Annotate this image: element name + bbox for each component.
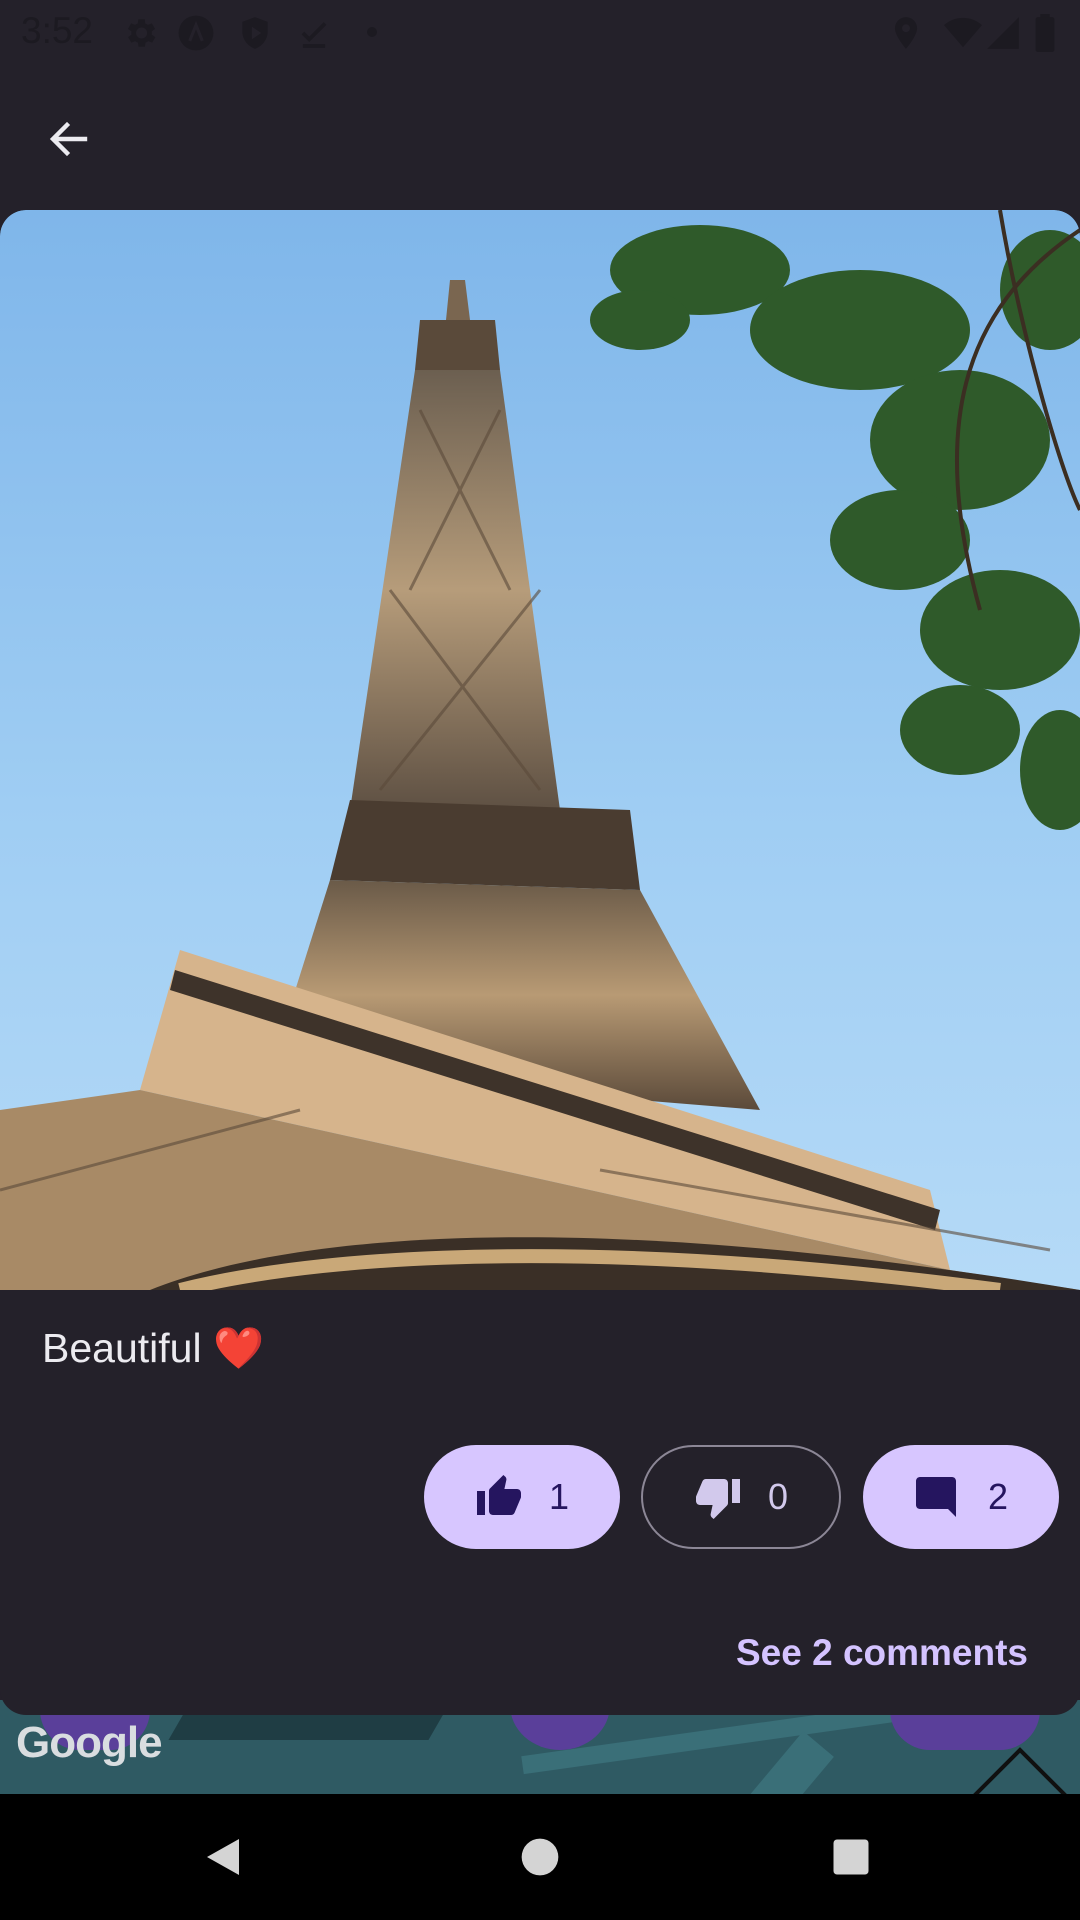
compass-icon xyxy=(973,1747,1067,1794)
system-navigation-bar xyxy=(0,1794,1080,1920)
top-app-bar xyxy=(0,66,1080,206)
location-icon xyxy=(894,17,918,49)
battery-icon xyxy=(1035,14,1055,52)
shield-play-icon xyxy=(242,17,268,49)
wifi-icon xyxy=(944,17,982,48)
nav-back-icon xyxy=(207,1839,239,1875)
settings-icon xyxy=(127,19,156,47)
post-caption: Beautiful ❤️ xyxy=(42,1325,264,1371)
post-detail-card: Beautiful ❤️ 1 0 2 See 2 comments xyxy=(0,210,1080,1715)
dislike-count: 0 xyxy=(767,1476,789,1517)
signal-icon xyxy=(987,17,1019,49)
nav-recents-button[interactable] xyxy=(818,1824,884,1890)
nav-home-button[interactable] xyxy=(507,1824,573,1890)
see-comments-link[interactable]: See 2 comments xyxy=(736,1632,1028,1674)
eiffel-tower-image xyxy=(0,210,1080,1290)
back-button[interactable] xyxy=(36,106,102,172)
google-watermark: Google xyxy=(16,1718,163,1767)
dot-icon xyxy=(367,27,377,37)
screen: 3:52 Google Beautiful ❤️ 1 0 2 See 2 com… xyxy=(0,0,1080,1920)
app-a-icon xyxy=(178,15,214,51)
nav-back-button[interactable] xyxy=(192,1824,258,1890)
like-button[interactable]: 1 xyxy=(424,1445,620,1549)
status-time: 3:52 xyxy=(21,10,94,51)
like-count: 1 xyxy=(548,1476,570,1517)
download-done-icon xyxy=(301,22,327,48)
nav-recents-icon xyxy=(833,1839,869,1875)
thumb-up-icon xyxy=(476,1475,521,1515)
post-photo[interactable] xyxy=(0,210,1080,1290)
nav-home-icon xyxy=(521,1838,559,1876)
comment-icon xyxy=(915,1477,956,1517)
dislike-button[interactable]: 0 xyxy=(641,1445,841,1549)
comments-button[interactable]: 2 xyxy=(863,1445,1059,1549)
status-bar: 3:52 xyxy=(0,0,1080,66)
comments-count: 2 xyxy=(987,1476,1009,1517)
arrow-back-icon xyxy=(49,121,88,157)
thumb-down-icon xyxy=(695,1479,740,1519)
